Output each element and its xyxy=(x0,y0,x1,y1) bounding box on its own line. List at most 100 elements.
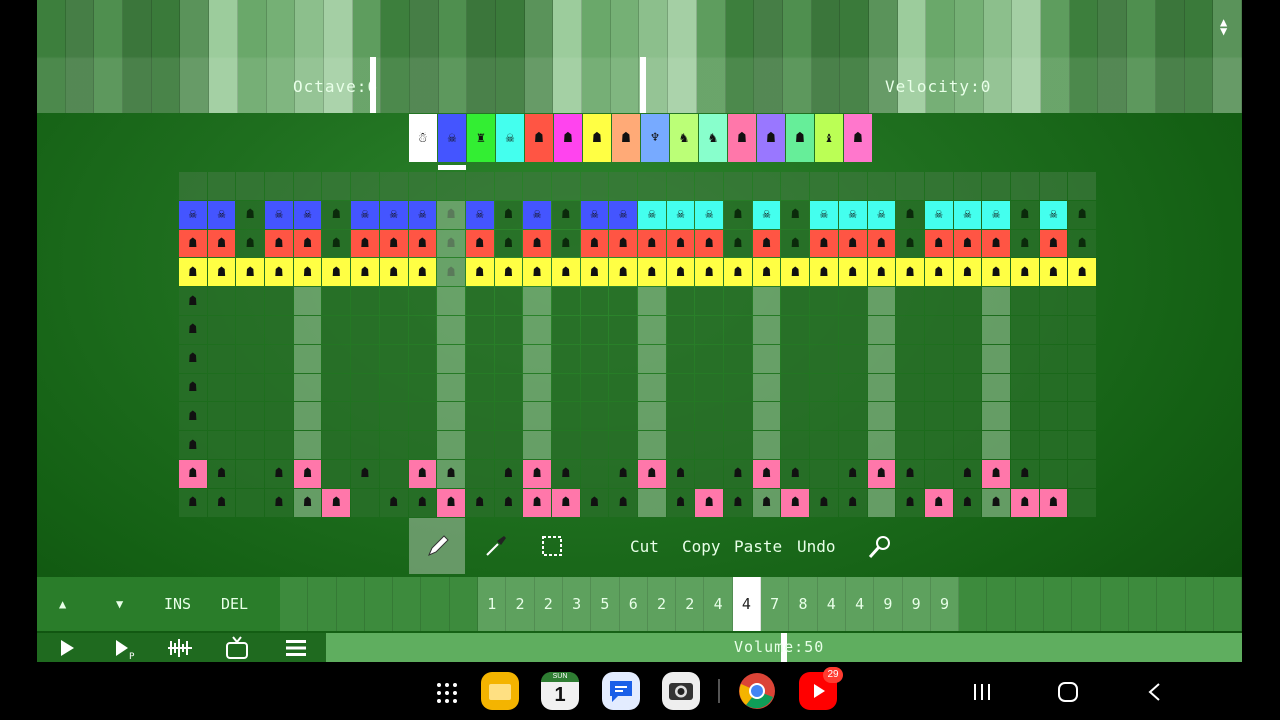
grid-cell[interactable] xyxy=(1068,373,1096,402)
grid-cell[interactable] xyxy=(867,373,896,402)
octave-slider-handle[interactable] xyxy=(370,57,376,113)
grid-cell[interactable] xyxy=(379,315,408,344)
grid-cell[interactable]: ☗ xyxy=(1010,459,1039,488)
grid-cell[interactable] xyxy=(351,315,379,344)
grid-cell[interactable] xyxy=(293,344,322,373)
grid-cell[interactable]: ☗ xyxy=(408,488,437,517)
grid-cell[interactable]: ☗ xyxy=(982,459,1010,488)
grid-cell[interactable] xyxy=(265,373,293,402)
grid-cell[interactable] xyxy=(924,431,953,459)
grid-cell[interactable] xyxy=(265,287,293,315)
grid-cell[interactable] xyxy=(408,287,437,315)
grid-cell[interactable]: ☗ xyxy=(523,459,551,488)
home-icon[interactable] xyxy=(1057,681,1079,703)
grid-cell[interactable] xyxy=(408,344,437,373)
grid-cell[interactable] xyxy=(322,459,351,488)
pattern-slot[interactable] xyxy=(336,577,365,631)
grid-cell[interactable] xyxy=(494,315,523,344)
pattern-slot[interactable]: 4 xyxy=(732,577,762,631)
grid-cell[interactable]: ☗ xyxy=(896,258,924,287)
grid-cell[interactable] xyxy=(207,402,236,431)
grid-cell[interactable] xyxy=(638,431,666,459)
grid-cell[interactable] xyxy=(982,287,1010,315)
grid-cell[interactable] xyxy=(724,287,752,315)
grid-cell[interactable]: ☗ xyxy=(1039,488,1068,517)
grid-cell[interactable]: ☗ xyxy=(265,258,293,287)
grid-cell[interactable]: ☠ xyxy=(638,200,666,229)
grid-cell[interactable] xyxy=(982,344,1010,373)
pattern-slot[interactable]: 4 xyxy=(817,577,846,631)
pattern-slot[interactable]: 2 xyxy=(534,577,563,631)
grid-cell[interactable] xyxy=(924,344,953,373)
pattern-slot[interactable]: 7 xyxy=(761,577,790,631)
grid-cell[interactable] xyxy=(207,172,236,200)
grid-cell[interactable]: ☗ xyxy=(867,459,896,488)
pattern-slot[interactable]: 2 xyxy=(506,577,535,631)
grid-cell[interactable] xyxy=(1010,431,1039,459)
grid-cell[interactable]: ☗ xyxy=(322,200,351,229)
grid-cell[interactable] xyxy=(924,373,953,402)
grid-cell[interactable]: ☗ xyxy=(408,459,437,488)
grid-cell[interactable] xyxy=(609,172,637,200)
pattern-slot[interactable]: 4 xyxy=(845,577,875,631)
grid-cell[interactable]: ☗ xyxy=(953,488,982,517)
grid-cell[interactable] xyxy=(752,402,781,431)
grid-cell[interactable] xyxy=(752,315,781,344)
grid-cell[interactable]: ☗ xyxy=(494,229,523,258)
menu-icon[interactable] xyxy=(285,638,307,658)
grid-cell[interactable] xyxy=(408,402,437,431)
grid-cell[interactable] xyxy=(236,373,265,402)
grid-cell[interactable] xyxy=(236,315,265,344)
grid-cell[interactable]: ☠ xyxy=(179,200,207,229)
grid-cell[interactable]: ☗ xyxy=(179,344,207,373)
grid-cell[interactable] xyxy=(551,373,580,402)
grid-cell[interactable]: ☠ xyxy=(695,200,724,229)
grid-cell[interactable] xyxy=(437,373,465,402)
grid-cell[interactable] xyxy=(781,373,810,402)
grid-cell[interactable] xyxy=(609,373,637,402)
grid-cell[interactable] xyxy=(293,373,322,402)
play-pattern-icon[interactable]: P xyxy=(114,638,138,660)
grid-cell[interactable]: ☗ xyxy=(494,258,523,287)
grid-cell[interactable]: ☗ xyxy=(293,229,322,258)
grid-cell[interactable] xyxy=(265,315,293,344)
grid-cell[interactable]: ☗ xyxy=(896,459,924,488)
instrument-swatch[interactable]: ☗ xyxy=(583,114,611,162)
grid-cell[interactable] xyxy=(580,431,609,459)
grid-cell[interactable]: ☠ xyxy=(523,200,551,229)
grid-cell[interactable]: ☠ xyxy=(580,200,609,229)
pattern-slot[interactable] xyxy=(364,577,394,631)
grid-cell[interactable] xyxy=(810,431,838,459)
grid-cell[interactable]: ☗ xyxy=(494,488,523,517)
grid-cell[interactable] xyxy=(810,402,838,431)
up-down-arrows-icon[interactable]: ▲ ▼ xyxy=(1220,16,1227,37)
grid-cell[interactable] xyxy=(179,172,207,200)
grid-cell[interactable] xyxy=(1039,344,1068,373)
grid-cell[interactable] xyxy=(551,431,580,459)
note-grid[interactable]: ☠ ☠ ☗ ☠ ☠ ☗ ☠ ☠ ☠ ☗ ☠ ☗ ☠ ☗ ☠ ☠ ☠ ☠ ☠ ☗ ☠ ☗ ☠ ☠ ☠ ☗ ☠ ☠ ☠ ☗ ☠ ☗ ☗ ☗ ☗ ☗ ☗ ☗ ☗ ☗… xyxy=(179,172,1099,518)
grid-cell[interactable]: ☗ xyxy=(1068,258,1096,287)
grid-cell[interactable]: ☗ xyxy=(781,229,810,258)
grid-cell[interactable] xyxy=(465,344,494,373)
grid-cell[interactable] xyxy=(207,373,236,402)
grid-cell[interactable] xyxy=(867,344,896,373)
grid-cell[interactable]: ☠ xyxy=(408,200,437,229)
grid-cell[interactable] xyxy=(494,287,523,315)
grid-cell[interactable] xyxy=(580,402,609,431)
grid-cell[interactable]: ☗ xyxy=(179,287,207,315)
grid-cell[interactable] xyxy=(810,287,838,315)
instrument-swatch[interactable]: ☠ xyxy=(438,114,466,162)
pattern-slot[interactable]: 4 xyxy=(704,577,733,631)
grid-cell[interactable]: ☗ xyxy=(465,488,494,517)
grid-cell[interactable] xyxy=(236,431,265,459)
grid-cell[interactable] xyxy=(293,402,322,431)
chrome-icon[interactable] xyxy=(738,672,776,710)
grid-cell[interactable]: ☗ xyxy=(609,488,637,517)
grid-cell[interactable] xyxy=(838,344,867,373)
grid-cell[interactable] xyxy=(408,315,437,344)
grid-cell[interactable] xyxy=(666,172,695,200)
grid-cell[interactable] xyxy=(379,373,408,402)
grid-cell[interactable]: ☗ xyxy=(236,200,265,229)
grid-cell[interactable] xyxy=(293,315,322,344)
grid-cell[interactable] xyxy=(580,172,609,200)
